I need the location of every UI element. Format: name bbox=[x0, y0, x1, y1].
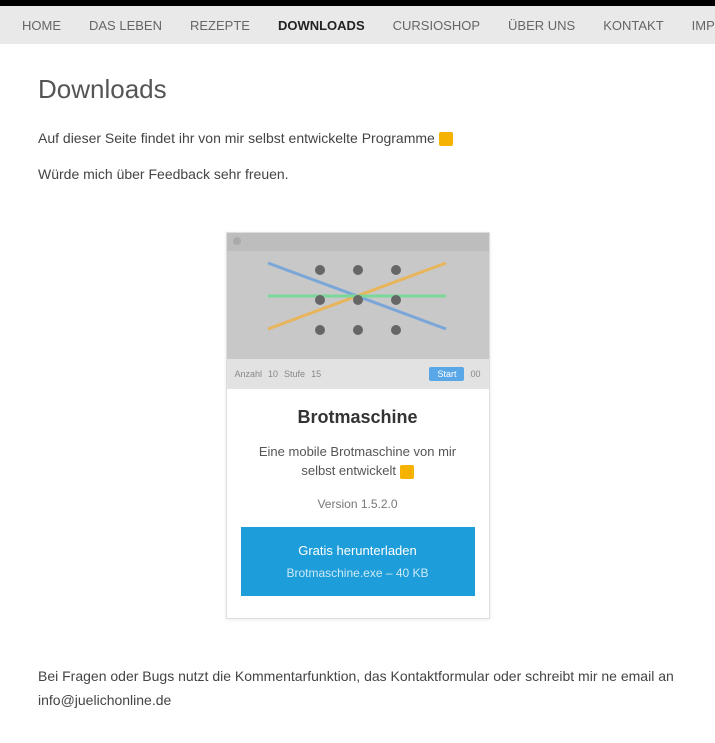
card-title: Brotmaschine bbox=[241, 407, 475, 428]
download-card: Anzahl 10 Stufe 15 Start 00 Brotmaschine… bbox=[226, 232, 490, 620]
nav-kontakt[interactable]: KONTAKT bbox=[589, 18, 677, 33]
card-version: Version 1.5.2.0 bbox=[241, 497, 475, 511]
card-desc: Eine mobile Brotmaschine von mir selbst … bbox=[241, 442, 475, 481]
intro-line-1: Auf dieser Seite findet ihr von mir selb… bbox=[38, 127, 677, 149]
nav-impressum[interactable]: IMPRE bbox=[678, 18, 715, 33]
thumb-label-a: Anzahl bbox=[235, 369, 263, 379]
download-button[interactable]: Gratis herunterladen Brotmaschine.exe – … bbox=[241, 527, 475, 597]
download-button-line2: Brotmaschine.exe – 40 KB bbox=[251, 564, 465, 582]
footer-text: Bei Fragen oder Bugs nutzt die Kommentar… bbox=[38, 665, 677, 713]
thumb-label-b: Stufe bbox=[284, 369, 305, 379]
main-nav: HOME DAS LEBEN REZEPTE DOWNLOADS CURSIOS… bbox=[0, 6, 715, 44]
nav-downloads[interactable]: DOWNLOADS bbox=[264, 18, 379, 33]
smile-emoji-icon bbox=[400, 465, 414, 479]
download-button-line1: Gratis herunterladen bbox=[251, 541, 465, 561]
nav-cursioshop[interactable]: CURSIOSHOP bbox=[379, 18, 494, 33]
nav-ueberuns[interactable]: ÜBER UNS bbox=[494, 18, 589, 33]
nav-dasleben[interactable]: DAS LEBEN bbox=[75, 18, 176, 33]
nav-home[interactable]: HOME bbox=[8, 18, 75, 33]
page-title: Downloads bbox=[38, 74, 677, 105]
nav-rezepte[interactable]: REZEPTE bbox=[176, 18, 264, 33]
app-screenshot-thumb: Anzahl 10 Stufe 15 Start 00 bbox=[227, 233, 489, 389]
smile-emoji-icon bbox=[439, 132, 453, 146]
thumb-start-btn: Start bbox=[429, 367, 464, 381]
intro-line-2: Würde mich über Feedback sehr freuen. bbox=[38, 163, 677, 185]
